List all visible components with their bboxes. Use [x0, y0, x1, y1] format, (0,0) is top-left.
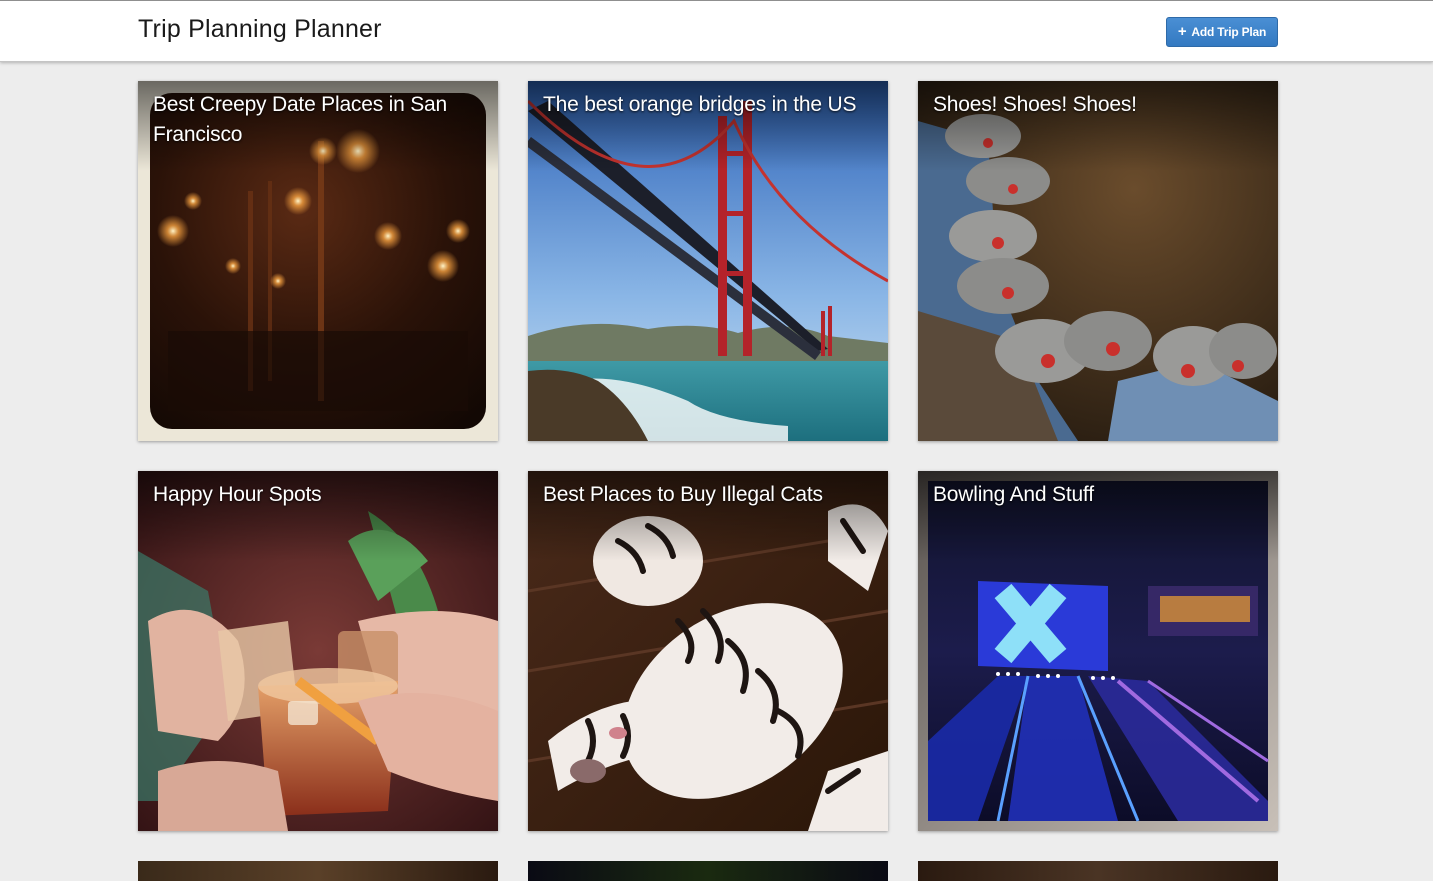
trip-card-title: Best Places to Buy Illegal Cats	[543, 483, 823, 506]
trip-card-happy-hour[interactable]: Happy Hour Spots	[138, 471, 498, 831]
trip-card-title: Bowling And Stuff	[933, 483, 1094, 506]
trip-card-partial[interactable]	[528, 861, 888, 881]
trip-photo-cocktails	[138, 471, 498, 831]
add-trip-plan-button[interactable]: + Add Trip Plan	[1166, 17, 1278, 47]
trip-card-partial[interactable]	[138, 861, 498, 881]
trip-photo-tiger-cub	[528, 471, 888, 831]
trip-card-title: Best Creepy Date Places in San Francisco	[153, 93, 447, 146]
app-title[interactable]: Trip Planning Planner	[138, 15, 382, 44]
trip-card-illegal-cats[interactable]: Best Places to Buy Illegal Cats	[528, 471, 888, 831]
trip-card-shoes[interactable]: Shoes! Shoes! Shoes!	[918, 81, 1278, 441]
top-navbar: Trip Planning Planner + Add Trip Plan	[0, 0, 1433, 62]
trip-card-title: Happy Hour Spots	[153, 483, 322, 506]
add-trip-plan-label: Add Trip Plan	[1191, 25, 1267, 39]
plus-icon: +	[1177, 23, 1187, 40]
trip-card-bowling[interactable]: Bowling And Stuff	[918, 471, 1278, 831]
trip-photo-bowling-shoes	[918, 81, 1278, 441]
trip-card-creepy-date-places[interactable]: Best Creepy Date Places in San Francisco	[138, 81, 498, 441]
trip-card-title: The best orange bridges in the US	[543, 93, 857, 116]
trip-card-title: Shoes! Shoes! Shoes!	[933, 93, 1137, 116]
trip-photo-bowling-alley	[918, 471, 1278, 831]
trip-card-partial[interactable]	[918, 861, 1278, 881]
trip-card-orange-bridges[interactable]: The best orange bridges in the US	[528, 81, 888, 441]
trip-photo-golden-gate-bridge	[528, 81, 888, 441]
